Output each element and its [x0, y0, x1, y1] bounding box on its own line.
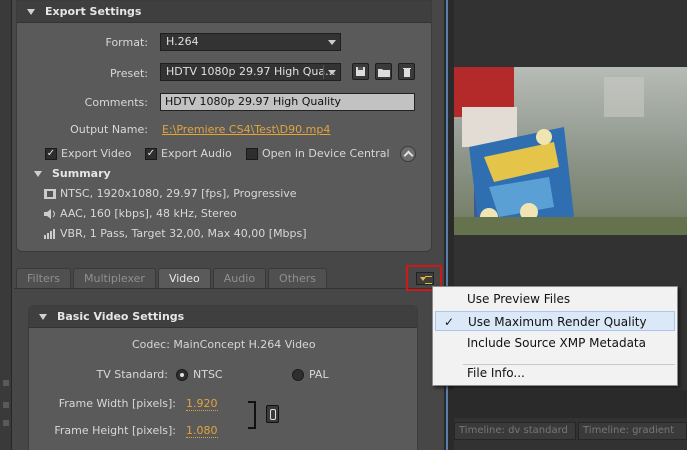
link-dimensions-button[interactable] [266, 405, 279, 423]
pal-radio[interactable]: PAL [292, 368, 329, 381]
strip-marker [3, 420, 9, 426]
left-panel-strip [0, 0, 12, 450]
basic-video-header[interactable]: Basic Video Settings [29, 306, 417, 328]
panel-menu-button[interactable] [416, 272, 434, 285]
open-device-central-checkbox[interactable]: Open in Device Central [246, 147, 390, 160]
strip-marker [3, 402, 9, 408]
frame-height-label: Frame Height [pixels]: [54, 424, 176, 437]
summary-video-row: NTSC, 1920x1080, 29.97 [fps], Progressiv… [44, 187, 297, 200]
menu-item-include-xmp-metadata[interactable]: Include Source XMP Metadata [435, 333, 675, 353]
settings-tabs: Filters Multiplexer Video Audio Others [16, 268, 329, 288]
dropdown-separator [323, 65, 324, 79]
output-name-link[interactable]: E:\Premiere CS4\Test\D90.mp4 [162, 123, 330, 136]
preset-label: Preset: [109, 67, 148, 80]
preview-frame [454, 67, 687, 235]
save-preset-button[interactable] [352, 63, 369, 80]
tab-multiplexer[interactable]: Multiplexer [72, 268, 156, 288]
checkbox-icon [246, 147, 258, 160]
radio-icon [292, 368, 304, 381]
pal-label: PAL [309, 368, 329, 381]
check-icon: ✓ [444, 315, 455, 329]
collapse-triangle-icon[interactable] [27, 8, 35, 15]
preset-value: HDTV 1080p 29.97 High Qua... [166, 65, 336, 78]
export-video-checkbox[interactable]: ✓ Export Video [45, 147, 131, 160]
export-audio-checkbox[interactable]: ✓ Export Audio [145, 147, 232, 160]
panel-context-menu: Use Preview Files ✓ Use Maximum Render Q… [432, 286, 678, 386]
preview-image [454, 67, 687, 235]
tab-divider [14, 288, 432, 289]
tab-filters[interactable]: Filters [16, 268, 71, 288]
speaker-icon [44, 208, 55, 219]
basic-video-title: Basic Video Settings [57, 310, 185, 323]
preset-dropdown[interactable]: HDTV 1080p 29.97 High Qua... [160, 63, 341, 81]
folder-icon [377, 68, 390, 77]
summary-bitrate-row: VBR, 1 Pass, Target 32,00, Max 40,00 [Mb… [44, 227, 307, 240]
tab-video[interactable]: Video [157, 268, 211, 288]
comments-field[interactable]: HDTV 1080p 29.97 High Quality [160, 93, 415, 111]
film-icon [44, 188, 56, 199]
menu-item-use-preview-files[interactable]: Use Preview Files [435, 289, 675, 309]
chevron-down-icon [328, 70, 336, 75]
import-preset-button[interactable] [375, 63, 392, 80]
format-dropdown[interactable]: H.264 [160, 33, 341, 51]
ntsc-label: NTSC [193, 368, 223, 381]
tab-audio[interactable]: Audio [212, 268, 267, 288]
menu-item-label: Use Maximum Render Quality [468, 315, 647, 329]
delete-preset-button[interactable] [398, 63, 415, 80]
codec-text: Codec: MainConcept H.264 Video [132, 338, 316, 351]
format-label: Format: [105, 36, 148, 49]
export-settings-title: Export Settings [45, 5, 142, 18]
tab-others[interactable]: Others [268, 268, 328, 288]
summary-bitrate-text: VBR, 1 Pass, Target 32,00, Max 40,00 [Mb… [60, 227, 307, 240]
chevron-down-icon [328, 40, 336, 45]
save-icon [356, 67, 365, 76]
timeline-strip [454, 390, 687, 418]
menu-item-label: Include Source XMP Metadata [467, 336, 646, 350]
collapse-triangle-icon[interactable] [34, 170, 42, 177]
export-video-label: Export Video [61, 147, 132, 160]
timeline-tab-dv-standard[interactable]: Timeline: dv standard [454, 422, 576, 440]
menu-item-file-info[interactable]: File Info... [435, 363, 675, 383]
collapse-up-button[interactable] [400, 146, 416, 162]
frame-width-value[interactable]: 1.920 [186, 397, 218, 411]
menu-item-label: Use Preview Files [467, 292, 571, 306]
export-audio-label: Export Audio [161, 147, 232, 160]
format-value: H.264 [166, 35, 199, 48]
summary-title: Summary [52, 167, 111, 180]
summary-audio-text: AAC, 160 [kbps], 48 kHz, Stereo [60, 207, 237, 220]
collapse-triangle-icon[interactable] [39, 313, 47, 320]
trash-icon [402, 68, 411, 77]
frame-height-value[interactable]: 1.080 [186, 424, 218, 438]
summary-audio-row: AAC, 160 [kbps], 48 kHz, Stereo [44, 207, 237, 220]
export-settings-header[interactable]: Export Settings [17, 1, 431, 23]
summary-header[interactable]: Summary [34, 167, 111, 180]
menu-item-use-max-render-quality[interactable]: ✓ Use Maximum Render Quality [435, 311, 675, 331]
menu-item-label: File Info... [467, 366, 525, 380]
checkbox-icon: ✓ [45, 147, 57, 160]
tv-standard-label: TV Standard: [96, 368, 169, 381]
bitrate-icon [44, 228, 55, 239]
timeline-tab-gradient[interactable]: Timeline: gradient [578, 422, 687, 440]
output-name-label: Output Name: [70, 123, 148, 136]
radio-selected-icon [176, 368, 188, 381]
frame-width-label: Frame Width [pixels]: [58, 397, 176, 410]
strip-marker [3, 380, 9, 386]
ntsc-radio[interactable]: NTSC [176, 368, 223, 381]
open-device-central-label: Open in Device Central [262, 147, 390, 160]
comments-label: Comments: [84, 96, 148, 109]
link-bracket [248, 401, 256, 429]
checkbox-icon: ✓ [145, 147, 157, 160]
summary-video-text: NTSC, 1920x1080, 29.97 [fps], Progressiv… [60, 187, 297, 200]
